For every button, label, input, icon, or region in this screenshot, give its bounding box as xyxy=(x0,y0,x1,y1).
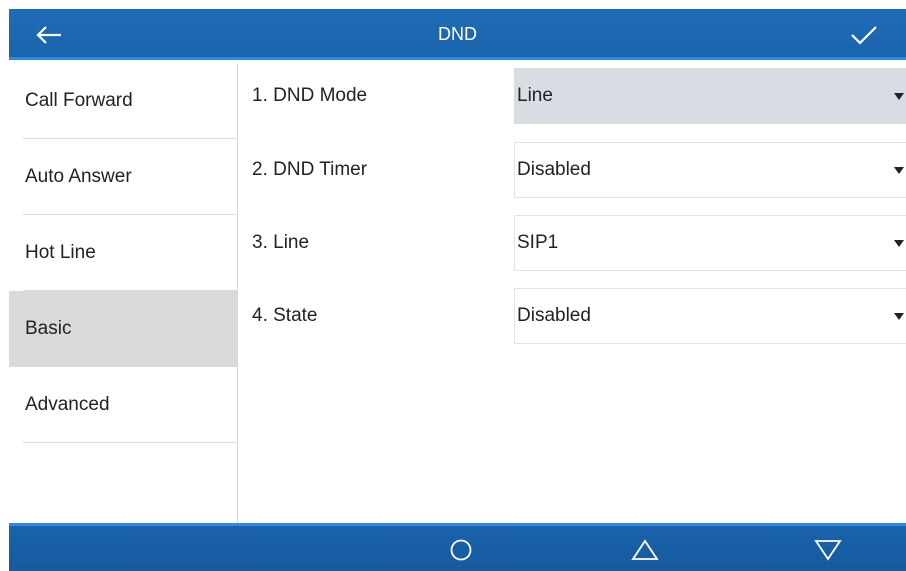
sidebar-item-label: Call Forward xyxy=(25,90,133,111)
sidebar-item-hot-line[interactable]: Hot Line xyxy=(9,215,237,291)
dropdown-caret-icon xyxy=(894,240,904,247)
state-select[interactable]: Disabled xyxy=(514,288,906,344)
setting-label: 1. DND Mode xyxy=(252,85,368,106)
select-value: Disabled xyxy=(517,159,591,180)
setting-row-dnd-mode: 1. DND Mode Line xyxy=(238,63,906,124)
select-value: Disabled xyxy=(517,305,591,326)
scroll-down-button[interactable] xyxy=(813,535,843,565)
sidebar: Call Forward Auto Answer Hot Line Basic … xyxy=(9,63,238,523)
bottom-nav-bar xyxy=(9,523,906,571)
select-value: SIP1 xyxy=(517,232,559,253)
top-bar: DND xyxy=(9,9,906,60)
settings-panel: 1. DND Mode Line 2. DND Timer Disabled 3… xyxy=(238,63,906,523)
bottom-bar-accent-line xyxy=(9,523,906,526)
sidebar-item-label: Advanced xyxy=(25,394,110,415)
dnd-timer-select[interactable]: Disabled xyxy=(514,142,906,198)
setting-row-state: 4. State Disabled xyxy=(238,283,906,344)
sidebar-item-advanced[interactable]: Advanced xyxy=(9,367,237,443)
home-circle-icon xyxy=(450,539,472,561)
sidebar-item-label: Basic xyxy=(25,318,72,339)
checkmark-icon xyxy=(851,26,877,45)
line-select[interactable]: SIP1 xyxy=(514,215,906,271)
setting-label: 4. State xyxy=(252,305,318,326)
top-bar-accent-line xyxy=(9,57,906,60)
home-button[interactable] xyxy=(446,535,476,565)
triangle-up-icon xyxy=(631,539,659,560)
select-value: Line xyxy=(517,85,553,106)
setting-label: 3. Line xyxy=(252,232,310,253)
dropdown-caret-icon xyxy=(894,93,904,100)
dropdown-caret-icon xyxy=(894,313,904,320)
divider xyxy=(23,442,237,443)
sidebar-item-auto-answer[interactable]: Auto Answer xyxy=(9,139,237,215)
back-button[interactable] xyxy=(27,17,71,53)
scroll-up-button[interactable] xyxy=(630,535,660,565)
setting-row-dnd-timer: 2. DND Timer Disabled xyxy=(238,137,906,198)
setting-row-line: 3. Line SIP1 xyxy=(238,210,906,271)
sidebar-item-label: Hot Line xyxy=(25,242,96,263)
setting-label: 2. DND Timer xyxy=(252,159,368,180)
sidebar-item-label: Auto Answer xyxy=(25,166,132,187)
dnd-mode-select[interactable]: Line xyxy=(514,68,906,124)
back-arrow-icon xyxy=(36,26,61,44)
sidebar-item-call-forward[interactable]: Call Forward xyxy=(9,63,237,139)
dropdown-caret-icon xyxy=(894,167,904,174)
confirm-button[interactable] xyxy=(842,17,886,53)
sidebar-item-basic[interactable]: Basic xyxy=(9,291,237,367)
page-title: DND xyxy=(438,24,477,44)
triangle-down-icon xyxy=(814,540,842,561)
dnd-settings-screen: DND Call Forward Auto Answer Hot Line Ba… xyxy=(0,0,906,571)
